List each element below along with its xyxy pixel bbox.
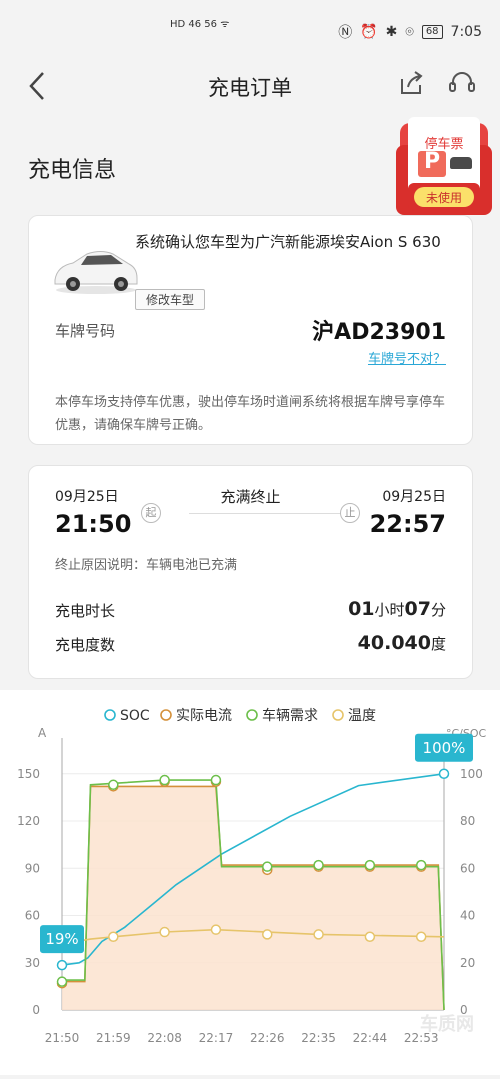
section-title: 充电信息 xyxy=(28,158,117,183)
page-title: 充电订单 xyxy=(208,76,292,100)
ticket-status: 未使用 xyxy=(425,191,462,205)
data-point xyxy=(108,931,119,943)
duration-hours-unit: 小时 xyxy=(374,601,405,619)
right-tick-label: 100 xyxy=(460,767,483,781)
plate-wrong-link[interactable]: 车牌号不对？ xyxy=(368,348,446,367)
data-point xyxy=(364,931,376,943)
parking-notice: 本停车场支持停车优惠，驶出停车场时道闸系统将根据车牌号享停车优惠，请确保车牌号正… xyxy=(55,395,446,433)
x-tick-label: 22:08 xyxy=(147,1031,182,1045)
modify-car-model-button[interactable]: 修改车型 xyxy=(135,289,206,310)
nav-bar: 充电订单 xyxy=(0,62,500,106)
data-point xyxy=(415,931,427,943)
legend-label: 温度 xyxy=(348,708,376,724)
legend-label: 车辆需求 xyxy=(262,707,318,724)
left-axis-unit: A xyxy=(38,726,47,740)
stop-reason: 终止原因说明：车辆电池已充满 xyxy=(55,558,238,573)
legend-marker xyxy=(332,709,344,721)
x-tick-label: 22:17 xyxy=(199,1031,234,1045)
x-tick-label: 21:50 xyxy=(45,1031,80,1045)
left-tick-label: 150 xyxy=(17,767,40,781)
end-badge: 止 xyxy=(340,503,360,523)
duration-label: 充电时长 xyxy=(55,602,116,620)
data-point xyxy=(159,774,170,786)
right-tick-label: 40 xyxy=(460,909,475,923)
legend-label: 实际电流 xyxy=(176,708,232,724)
data-point xyxy=(108,779,119,791)
x-tick-label: 22:44 xyxy=(353,1031,388,1045)
data-point xyxy=(313,859,324,871)
car-image xyxy=(51,240,141,296)
data-point xyxy=(262,861,273,872)
callout-label: 100% xyxy=(423,739,466,757)
x-tick-label: 22:35 xyxy=(301,1031,336,1045)
plate-number: 沪AD23901 xyxy=(312,320,446,345)
charging-session-card: 09月25日 21:50 起 充满终止 止 09月25日 22:57 终止原因说… xyxy=(28,465,473,679)
parking-ticket[interactable]: 停车票 P 未使用 xyxy=(394,115,494,215)
battery-level: 68 xyxy=(421,25,443,39)
car-info-card: 系统确认您车型为广汽新能源埃安Aion S 630 修改车型 车牌号码 沪AD2… xyxy=(28,215,473,445)
watermark: 车质网 xyxy=(420,1014,474,1035)
duration-hours: 01 xyxy=(348,598,375,620)
clock: 7:05 xyxy=(450,24,482,40)
left-tick-label: 0 xyxy=(32,1003,40,1017)
x-tick-label: 22:26 xyxy=(250,1031,285,1045)
energy-unit: 度 xyxy=(430,635,446,653)
right-tick-label: 20 xyxy=(460,956,475,970)
car-icon xyxy=(450,157,472,169)
car-model-confirmation: 系统确认您车型为广汽新能源埃安Aion S 630 xyxy=(135,233,441,251)
right-tick-label: 80 xyxy=(460,814,475,828)
signal-indicator: HD 46 56 ᯤ xyxy=(170,19,230,30)
left-tick-label: 30 xyxy=(25,956,40,970)
legend-label: SOC xyxy=(120,708,150,724)
data-point xyxy=(415,859,427,871)
plate-label: 车牌号码 xyxy=(55,322,116,340)
legend-marker xyxy=(160,709,172,721)
data-point xyxy=(56,976,68,987)
share-icon[interactable] xyxy=(398,70,424,96)
duration-minutes-unit: 分 xyxy=(430,601,446,619)
data-point xyxy=(56,959,68,971)
end-date: 09月25日 xyxy=(382,489,446,505)
duration-minutes: 07 xyxy=(404,598,431,620)
status-right: Ⓝ ⏰ ✱ ⌾ 68 7:05 xyxy=(338,22,482,42)
start-time: 21:50 xyxy=(55,510,132,538)
timeline-divider xyxy=(189,513,359,514)
right-tick-label: 60 xyxy=(460,861,475,875)
data-point xyxy=(159,926,170,938)
data-point xyxy=(438,768,450,779)
location-icon: ⌾ xyxy=(405,24,414,40)
legend-marker xyxy=(104,709,116,721)
energy-number: 40.040 xyxy=(357,632,431,654)
data-point xyxy=(210,924,222,935)
energy-value: 40.040度 xyxy=(358,632,446,654)
status-bar: HD 46 56 ᯤ Ⓝ ⏰ ✱ ⌾ 68 7:05 xyxy=(0,0,500,62)
alarm-icon: ⏰ xyxy=(360,24,378,40)
left-tick-label: 90 xyxy=(25,861,40,875)
data-point xyxy=(313,929,324,940)
data-point xyxy=(364,859,376,871)
signal-icons: HD 46 56 ᯤ xyxy=(170,16,229,30)
data-point xyxy=(210,774,222,786)
left-tick-label: 60 xyxy=(25,909,40,923)
bluetooth-icon: ✱ xyxy=(385,24,398,40)
nfc-icon: Ⓝ xyxy=(338,25,353,41)
callout-label: 19% xyxy=(45,930,78,948)
parking-p-icon: P xyxy=(423,149,441,174)
legend-marker xyxy=(246,709,258,721)
end-time: 22:57 xyxy=(369,510,446,538)
left-tick-label: 120 xyxy=(17,814,40,828)
customer-service-icon[interactable] xyxy=(448,70,476,96)
x-tick-label: 21:59 xyxy=(96,1031,131,1045)
energy-label: 充电度数 xyxy=(55,636,116,654)
data-point xyxy=(262,929,273,940)
duration-value: 01小时07分 xyxy=(348,598,446,620)
